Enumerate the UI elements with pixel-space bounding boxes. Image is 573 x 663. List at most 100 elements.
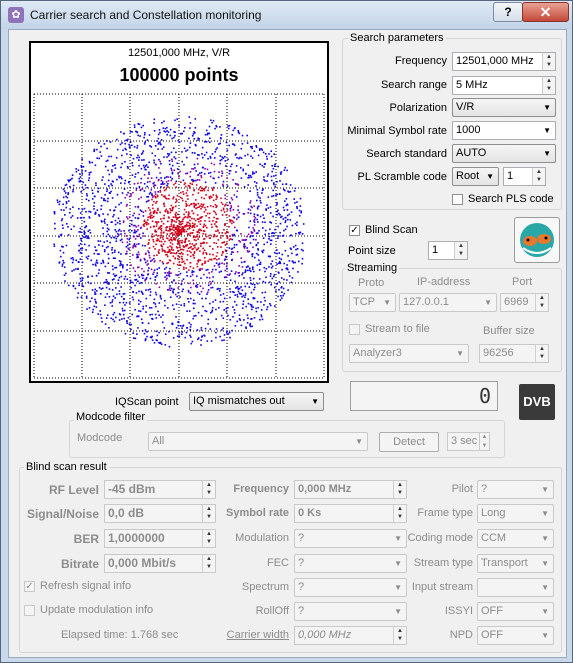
- port-spinner[interactable]: ▲ ▼: [535, 294, 548, 311]
- chevron-down-icon: ▼: [394, 534, 402, 543]
- constellation-plot: 12501,000 MHz, V/R 100000 points: [29, 41, 329, 383]
- streaming-legend: Streaming: [345, 262, 400, 274]
- symbol-rate-value: 0 Ks: [298, 507, 322, 519]
- rolloff-select[interactable]: ? ▼: [294, 602, 407, 621]
- modulation-select[interactable]: ? ▼: [294, 529, 407, 548]
- chevron-down-icon: ▼: [394, 559, 402, 568]
- carrier-width-label[interactable]: Carrier width: [209, 629, 289, 641]
- spectrum-value: ?: [298, 581, 305, 593]
- logo-button[interactable]: [514, 217, 560, 263]
- input-stream-label: Input stream: [411, 581, 473, 593]
- pl-scramble-spinner[interactable]: ▲ ▼: [532, 168, 545, 185]
- pl-scramble-label: PL Scramble code: [357, 171, 447, 183]
- port-value: 6969: [504, 296, 529, 308]
- frame-type-label: Frame type: [417, 507, 473, 519]
- modulation-label: Modulation: [235, 532, 289, 544]
- issyi-select[interactable]: OFF ▼: [477, 602, 554, 621]
- modcode-select[interactable]: All ▼: [148, 432, 368, 451]
- min-symbol-rate-select[interactable]: 1000 ▼: [452, 121, 556, 140]
- ip-header: IP-address: [417, 276, 471, 288]
- port-input[interactable]: 6969 ▲ ▼: [500, 293, 549, 312]
- refresh-signal-checkbox[interactable]: ✓: [24, 581, 35, 592]
- chevron-down-icon: ▼: [484, 298, 492, 307]
- buffer-size-spinner[interactable]: ▲ ▼: [535, 345, 548, 362]
- chevron-down-icon: ▼: [456, 349, 464, 358]
- blind-scan-result-legend: Blind scan result: [24, 461, 109, 473]
- search-pls-label: Search PLS code: [468, 193, 554, 205]
- ip-address-select[interactable]: 127.0.0.1 ▼: [399, 293, 497, 312]
- chevron-down-icon: ▼: [394, 583, 402, 592]
- fec-label: FEC: [267, 557, 289, 569]
- search-pls-checkbox[interactable]: [452, 194, 463, 205]
- point-size-spinner[interactable]: ▲ ▼: [454, 242, 467, 259]
- frequency-input[interactable]: 12501,000 MHz ▲ ▼: [452, 52, 556, 71]
- detect-button[interactable]: Detect: [379, 432, 439, 452]
- spectrum-select[interactable]: ? ▼: [294, 578, 407, 597]
- chevron-down-icon: ▼: [541, 559, 549, 568]
- iq-scan-label: IQScan point: [115, 396, 179, 408]
- polarization-label: Polarization: [389, 102, 447, 114]
- interval-value: 3 sec: [451, 435, 478, 447]
- interval-spinner[interactable]: ▲ ▼: [480, 432, 490, 451]
- pilot-label: Pilot: [451, 483, 473, 495]
- pl-scramble-mode-select[interactable]: Root ▼: [452, 167, 499, 186]
- chevron-down-icon: ▼: [543, 126, 551, 135]
- stream-to-file-checkbox[interactable]: [349, 324, 360, 335]
- interval-input[interactable]: 3 sec: [447, 432, 480, 451]
- spectrum-label: Spectrum: [241, 581, 289, 593]
- modcode-filter-legend: Modcode filter: [74, 411, 148, 423]
- search-range-input[interactable]: 5 MHz ▲ ▼: [452, 76, 556, 95]
- chevron-down-icon: ▼: [541, 631, 549, 640]
- bitrate-value: 0,000 Mbit/s: [108, 556, 177, 570]
- polarization-select[interactable]: V/R ▼: [452, 98, 556, 117]
- rolloff-value: ?: [298, 605, 305, 617]
- update-modulation-checkbox[interactable]: [24, 605, 35, 616]
- pl-scramble-mode-value: Root: [456, 170, 480, 182]
- buffer-size-header: Buffer size: [483, 325, 535, 337]
- chevron-down-icon: ▼: [541, 583, 549, 592]
- fec-select[interactable]: ? ▼: [294, 554, 407, 573]
- plot-frequency-label: 12501,000 MHz, V/R: [127, 47, 231, 59]
- title-bar[interactable]: ✿ Carrier search and Constellation monit…: [1, 1, 572, 29]
- update-modulation-label: Update modulation info: [40, 604, 154, 616]
- ber-input: 1,0000000 ▲ ▼: [104, 529, 216, 548]
- lcd-counter: 0: [350, 381, 498, 411]
- carrier-width-input: 0,000 MHz ▲ ▼: [294, 626, 407, 645]
- help-button[interactable]: ?: [493, 2, 523, 22]
- modulation-value: ?: [298, 532, 305, 544]
- pl-scramble-input[interactable]: 1 ▲ ▼: [503, 167, 546, 186]
- fec-value: ?: [298, 557, 305, 569]
- close-button[interactable]: ✕: [522, 2, 569, 22]
- blind-scan-checkbox[interactable]: ✓: [349, 225, 360, 236]
- frequency-spinner[interactable]: ▲ ▼: [542, 53, 555, 70]
- pilot-select[interactable]: ? ▼: [477, 480, 554, 499]
- point-size-input[interactable]: 1 ▲ ▼: [428, 241, 468, 260]
- elapsed-time-label: Elapsed time: 1.768 sec: [61, 629, 179, 641]
- npd-select[interactable]: OFF ▼: [477, 626, 554, 645]
- carrier-width-value: 0,000 MHz: [298, 629, 352, 641]
- frame-type-select[interactable]: Long ▼: [477, 504, 554, 523]
- chevron-down-icon: ▼: [543, 103, 551, 112]
- iq-scan-value: IQ mismatches out: [193, 395, 285, 407]
- coding-mode-select[interactable]: CCM ▼: [477, 529, 554, 548]
- chevron-down-icon: ▼: [486, 172, 494, 181]
- npd-label: NPD: [449, 629, 473, 641]
- search-range-spinner[interactable]: ▲ ▼: [542, 77, 555, 94]
- iq-scan-select[interactable]: IQ mismatches out ▼: [189, 392, 324, 411]
- search-range-value: 5 MHz: [456, 79, 488, 91]
- chevron-down-icon: ▼: [311, 397, 319, 406]
- min-symbol-rate-label: Minimal Symbol rate: [347, 125, 447, 137]
- proto-select[interactable]: TCP ▼: [349, 293, 396, 312]
- input-stream-select[interactable]: ▼: [477, 578, 554, 597]
- stream-file-select[interactable]: Analyzer3 ▼: [349, 344, 469, 363]
- pl-scramble-value: 1: [507, 170, 514, 182]
- buffer-size-input[interactable]: 96256 ▲ ▼: [479, 344, 549, 363]
- result-frequency-label: Frequency: [233, 483, 289, 495]
- chevron-down-icon: ▼: [541, 534, 549, 543]
- search-parameters-legend: Search parameters: [348, 32, 446, 44]
- search-standard-select[interactable]: AUTO ▼: [452, 144, 556, 163]
- rf-level-input: -45 dBm ▲ ▼: [104, 480, 216, 499]
- lcd-counter-value: 0: [478, 384, 491, 408]
- stream-type-select[interactable]: Transport ▼: [477, 554, 554, 573]
- symbol-rate-label: Symbol rate: [226, 507, 289, 519]
